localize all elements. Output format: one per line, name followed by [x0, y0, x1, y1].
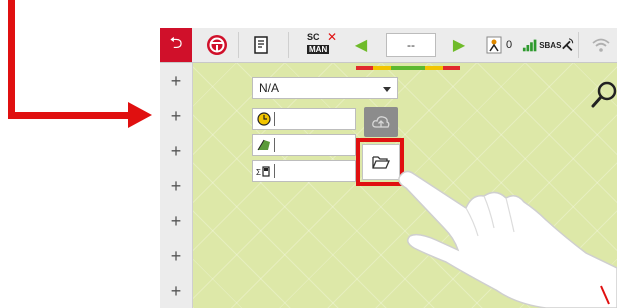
steering-wheel-icon [207, 35, 227, 55]
signal-status[interactable]: SBAS [522, 28, 574, 62]
next-button[interactable]: ▶ [448, 28, 470, 62]
light-segment [373, 66, 391, 70]
close-icon: ✕ [327, 30, 338, 44]
cloud-upload-button[interactable] [364, 107, 398, 137]
triangle-right-icon: ▶ [452, 37, 466, 54]
previous-button[interactable]: ◀ [350, 28, 372, 62]
area-field[interactable] [252, 134, 356, 156]
add-button[interactable]: + [160, 104, 192, 128]
section-control-mode-button[interactable]: SC MAN ✕ [302, 28, 338, 62]
dropdown-value: N/A [259, 81, 280, 95]
mode-badge-top: SC [307, 32, 320, 42]
annotation-arrow-vertical [8, 0, 15, 118]
light-segment [442, 66, 460, 70]
chevron-down-icon [383, 87, 391, 92]
search-icon[interactable] [590, 80, 617, 110]
add-button[interactable]: + [160, 209, 192, 233]
triangle-left-icon: ◀ [354, 37, 368, 54]
signal-bars-icon [522, 39, 537, 52]
satellite-status[interactable]: 0 [478, 28, 520, 62]
svg-text:Σ: Σ [256, 168, 261, 177]
document-settings-button[interactable] [246, 28, 276, 62]
area-icon [257, 139, 270, 151]
field-select-dropdown[interactable]: N/A [252, 77, 398, 99]
light-segment [390, 66, 408, 70]
light-bar [356, 66, 460, 70]
add-button[interactable]: + [160, 174, 192, 198]
left-toolbar: + + + + + + + [160, 63, 193, 308]
add-button[interactable]: + [160, 139, 192, 163]
guidance-readout: -- [384, 28, 438, 62]
light-segment [356, 66, 374, 70]
document-settings-icon [254, 36, 268, 54]
return-arrow-icon: ⮌ [169, 34, 183, 52]
satellite-icon [486, 36, 502, 54]
time-field[interactable] [252, 108, 356, 130]
wifi-icon [592, 38, 610, 52]
annotation-arrow-head [128, 102, 152, 128]
signal-label: SBAS [539, 40, 562, 50]
satellite-count: 0 [505, 39, 513, 51]
mode-badge-bottom: MAN [307, 45, 330, 54]
add-button[interactable]: + [160, 69, 192, 93]
app-window: ⮌ SC MAN ✕ ◀ -- ▶ 0 SBAS + + + + + + + N… [160, 28, 617, 308]
light-segment [425, 66, 443, 70]
add-button[interactable]: + [160, 244, 192, 268]
satellite-dish-icon [562, 38, 574, 52]
wifi-status[interactable] [584, 28, 617, 62]
clock-icon [257, 112, 271, 126]
back-button[interactable]: ⮌ [160, 28, 192, 62]
top-toolbar: ⮌ SC MAN ✕ ◀ -- ▶ 0 SBAS [160, 28, 617, 63]
guidance-value: -- [386, 33, 436, 57]
add-button[interactable]: + [160, 279, 192, 303]
pointing-hand-illustration [398, 170, 617, 308]
steering-button[interactable] [204, 28, 230, 62]
light-segment [407, 66, 426, 70]
pen-marker-icon [600, 285, 610, 305]
fuel-sum-field[interactable]: Σ [252, 160, 356, 182]
cloud-upload-icon [372, 116, 390, 128]
fuel-sum-icon: Σ [256, 166, 270, 177]
annotation-arrow-horizontal [8, 112, 132, 119]
